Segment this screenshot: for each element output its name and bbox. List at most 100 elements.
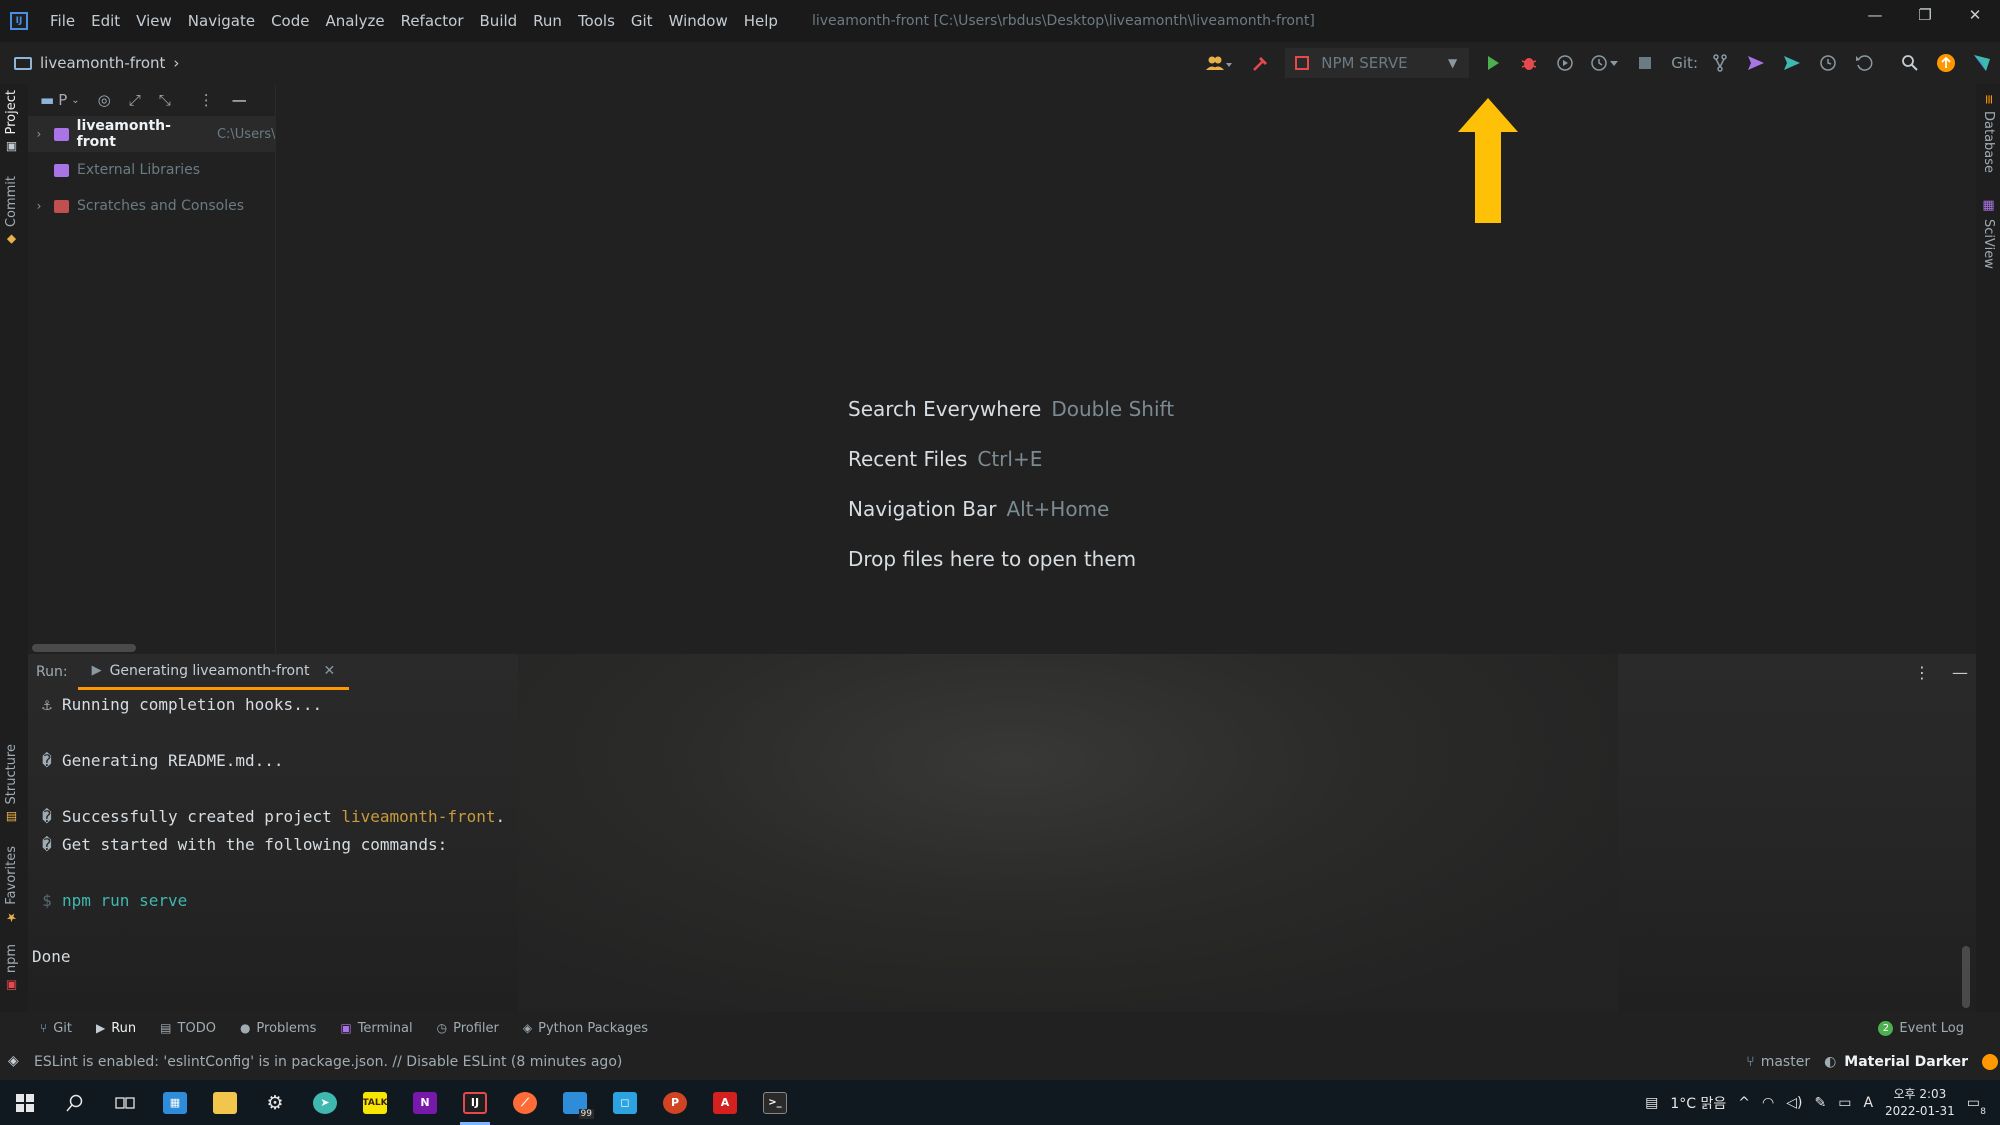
tab-commit[interactable]: ◆ Commit (4, 176, 19, 247)
tree-item-scratches[interactable]: › Scratches and Consoles (28, 188, 275, 224)
postman-icon[interactable]: ⟋ (500, 1080, 550, 1125)
git-branch-widget[interactable]: ⑂ master (1746, 1054, 1810, 1070)
notification-dot-icon[interactable] (1982, 1054, 1998, 1070)
tab-project[interactable]: ▣ Project (4, 90, 19, 154)
keyboard-icon[interactable]: ▭ (1838, 1095, 1851, 1111)
microsoft-store-icon[interactable]: ▦ (150, 1080, 200, 1125)
console-scrollbar[interactable] (1962, 946, 1970, 1008)
editor-scrollbar[interactable] (32, 644, 136, 652)
powerpoint-icon[interactable]: P (650, 1080, 700, 1125)
ime-indicator[interactable]: A (1863, 1095, 1873, 1111)
task-view-icon[interactable] (100, 1080, 150, 1125)
tab-database[interactable]: ≡ Database (1981, 94, 1996, 173)
volume-icon[interactable]: ◁) (1786, 1095, 1802, 1111)
git-push-icon[interactable] (1774, 47, 1810, 79)
status-message[interactable]: ESLint is enabled: 'eslintConfig' is in … (34, 1054, 622, 1070)
run-play-icon[interactable] (1475, 47, 1511, 79)
menu-refactor[interactable]: Refactor (393, 0, 472, 42)
tool-run[interactable]: ▶ Run (84, 1012, 148, 1044)
wifi-icon[interactable]: ◠ (1762, 1095, 1774, 1111)
breadcrumb[interactable]: liveamonth-front › (14, 54, 179, 72)
onenote-icon[interactable]: N (400, 1080, 450, 1125)
more-options-icon[interactable]: ⋮ (1914, 663, 1930, 682)
tool-terminal[interactable]: ▣ Terminal (328, 1012, 424, 1044)
tree-root-name: liveamonth-front (76, 118, 171, 150)
minimize-button[interactable]: — (1850, 0, 1900, 30)
editor-area[interactable]: Search Everywhere Double Shift Recent Fil… (277, 84, 1976, 654)
tray-expand-icon[interactable]: ^ (1738, 1095, 1750, 1111)
menu-help[interactable]: Help (736, 0, 786, 42)
tool-todo[interactable]: ▤ TODO (148, 1012, 228, 1044)
menu-window[interactable]: Window (661, 0, 736, 42)
menu-view[interactable]: View (128, 0, 180, 42)
run-tab-generating[interactable]: ▶ Generating liveamonth-front ✕ (77, 654, 350, 690)
update-available-icon[interactable] (1928, 47, 1964, 79)
chevron-right-icon[interactable]: › (28, 127, 50, 141)
news-widget-icon[interactable]: ▤ (1645, 1095, 1658, 1111)
pen-icon[interactable]: ✎ (1814, 1095, 1826, 1111)
history-icon[interactable] (1810, 47, 1846, 79)
tab-npm[interactable]: ▣ npm (4, 944, 19, 993)
tab-sciview[interactable]: ▦ SciView (1981, 198, 1996, 269)
git-commit-icon[interactable] (1738, 47, 1774, 79)
tool-profiler[interactable]: ◷ Profiler (425, 1012, 511, 1044)
terminal-icon: ▣ (340, 1021, 352, 1035)
menu-run[interactable]: Run (525, 0, 570, 42)
terminal-app-icon[interactable]: >_ (750, 1080, 800, 1125)
plugin-logo-icon[interactable] (1964, 47, 2000, 79)
run-configuration-selector[interactable]: NPM SERVE ▼ (1285, 48, 1470, 78)
file-explorer-icon[interactable] (200, 1080, 250, 1125)
close-tab-icon[interactable]: ✕ (324, 663, 336, 679)
kakaotalk-icon[interactable]: TALK (350, 1080, 400, 1125)
menu-build[interactable]: Build (472, 0, 526, 42)
theme-widget[interactable]: ◐ Material Darker (1824, 1054, 1968, 1070)
weather-widget[interactable]: 1°C 맑음 (1670, 1093, 1726, 1113)
blue-app-icon[interactable]: ◻ (600, 1080, 650, 1125)
tool-problems[interactable]: ● Problems (228, 1012, 328, 1044)
restore-button[interactable]: ❐ (1900, 0, 1950, 30)
windows-start-icon[interactable] (0, 1080, 50, 1125)
event-log-button[interactable]: 2 Event Log (1878, 1012, 1964, 1044)
profiler-icon[interactable] (1583, 47, 1627, 79)
settings-gear-icon[interactable]: ⚙ (250, 1080, 300, 1125)
hide-panel-icon[interactable]: — (232, 91, 247, 109)
menu-code[interactable]: Code (263, 0, 317, 42)
taskbar-search-icon[interactable] (50, 1080, 100, 1125)
tree-item-external-libraries[interactable]: External Libraries (28, 152, 275, 188)
tool-git[interactable]: ⑂ Git (28, 1012, 84, 1044)
more-options-icon[interactable]: ⋮ (199, 91, 214, 109)
menu-file[interactable]: File (42, 0, 83, 42)
app-bird-icon[interactable]: ➤ (300, 1080, 350, 1125)
locate-target-icon[interactable]: ◎ (98, 91, 111, 109)
menu-git[interactable]: Git (623, 0, 661, 42)
collaboration-icon[interactable] (1195, 47, 1243, 79)
collapse-all-icon[interactable]: ⤡ (159, 91, 171, 109)
breadcrumb-project[interactable]: liveamonth-front (40, 54, 165, 72)
close-button[interactable]: ✕ (1950, 0, 2000, 30)
tab-favorites[interactable]: ★ Favorites (4, 846, 19, 925)
hide-panel-icon[interactable]: — (1952, 663, 1968, 682)
menu-analyze[interactable]: Analyze (317, 0, 392, 42)
acrobat-icon[interactable]: A (700, 1080, 750, 1125)
notification-app-icon[interactable]: 99 (550, 1080, 600, 1125)
menu-navigate[interactable]: Navigate (180, 0, 263, 42)
action-center-icon[interactable]: ▭ 8 (1967, 1095, 1986, 1117)
build-hammer-icon[interactable] (1243, 47, 1279, 79)
stop-icon[interactable] (1627, 47, 1663, 79)
git-update-icon[interactable] (1702, 47, 1738, 79)
console-output[interactable]: ⚓ Running completion hooks... � Generating… (28, 690, 1976, 970)
menu-edit[interactable]: Edit (83, 0, 128, 42)
project-view-selector[interactable]: ▬ P ⌄ (40, 91, 80, 109)
clock[interactable]: 오후 2:03 2022-01-31 (1885, 1086, 1955, 1120)
tool-python-packages[interactable]: ◈ Python Packages (511, 1012, 660, 1044)
expand-all-icon[interactable]: ⤢ (129, 91, 141, 109)
debug-bug-icon[interactable] (1511, 47, 1547, 79)
chevron-right-icon[interactable]: › (28, 199, 50, 213)
run-coverage-icon[interactable] (1547, 47, 1583, 79)
search-icon[interactable] (1892, 47, 1928, 79)
rollback-icon[interactable] (1846, 47, 1882, 79)
tab-structure[interactable]: ▤ Structure (4, 744, 19, 824)
intellij-taskbar-icon[interactable]: IJ (450, 1080, 500, 1125)
menu-tools[interactable]: Tools (570, 0, 623, 42)
tree-item-root[interactable]: › liveamonth-front C:\Users\ (28, 116, 275, 152)
